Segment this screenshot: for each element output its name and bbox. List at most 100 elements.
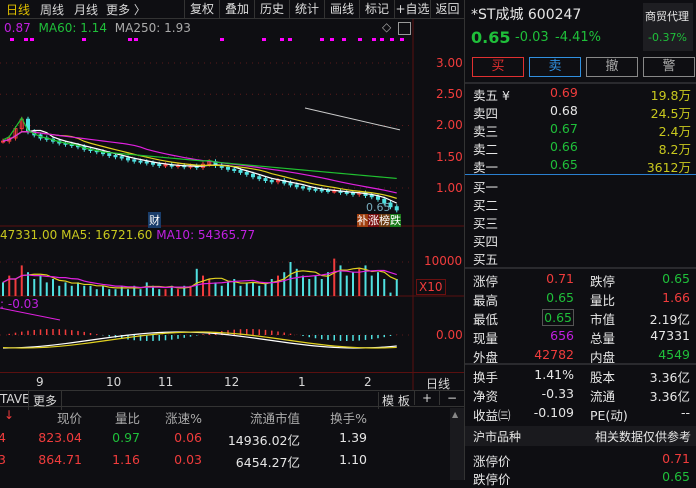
stat-value: 656 [550,328,574,343]
candle [151,162,155,165]
signal-marker [400,38,404,41]
ma250-line [304,107,401,131]
cell: 864.71 [38,452,82,467]
signal-marker [380,38,384,41]
table-row[interactable]: 3 864.71 1.16 0.03 6454.27亿 1.10 [0,452,450,472]
bid-label: 买三 [473,216,499,231]
signal-marker [342,38,346,41]
cell: 3 [0,452,6,467]
bid-row[interactable]: 买二 [473,195,691,213]
signal-marker [390,38,394,41]
price-tick: 2.00 [436,118,463,132]
stat-value: 0.65 [662,271,690,286]
candle [294,184,299,188]
candle [132,159,137,162]
candle [319,189,324,192]
column-header[interactable]: 换手% [310,408,367,427]
candle [269,180,274,183]
stat-value: 3.36亿 [649,370,690,385]
ask-row[interactable]: 卖三 0.67 2.4万 [473,121,691,139]
sector-pct: -0.37% [648,31,687,44]
buy-button[interactable]: 买 [472,57,524,77]
signal-marker [358,38,362,41]
cell: 4 [0,430,6,445]
ask-row[interactable]: 卖一 0.65 3612万 [473,157,691,175]
market-name: 沪市品种 [473,430,522,444]
candle [138,160,143,163]
candle [376,196,380,200]
ask-row[interactable]: 卖五 ¥ 0.69 19.8万 [473,85,691,103]
bid-label: 买一 [473,180,499,195]
limit-up-value: 0.71 [662,451,690,466]
ask-label: 卖二 [473,142,499,157]
ask-row[interactable]: 卖四 0.68 24.5万 [473,103,691,121]
stat-value: -0.109 [533,405,574,420]
ask-row[interactable]: 卖二 0.66 8.2万 [473,139,691,157]
tab-wave[interactable]: TAVE [0,392,30,406]
candle [119,156,124,159]
month-label: 12 [224,375,240,389]
price-tick: 1.50 [436,150,463,164]
macd-legend: : -0.03 [0,297,39,311]
bid-row[interactable]: 买一 [473,177,691,195]
cell: 14936.02亿 [227,433,300,448]
zoom-in-button[interactable]: + [414,391,439,405]
finance-marker[interactable]: 财 [148,212,161,228]
last-price: 0.65 [471,28,511,47]
event-tags[interactable]: 补涨榜跌 [357,212,401,228]
zoom-out-button[interactable]: − [439,391,464,405]
cell: 823.04 [38,430,82,445]
month-label: 9 [36,375,44,389]
sell-button[interactable]: 卖 [529,57,581,77]
tag: 补 [357,214,368,227]
sector-box[interactable]: 商贸代理 -0.37% [643,3,693,51]
market-info-bar: 沪市品种 相关数据仅供参考 [465,426,696,446]
month-label: 11 [158,375,174,389]
stock-title: *ST成城 600247 [471,7,582,23]
ask-price: 0.67 [550,121,578,136]
column-header[interactable]: 流通市值 [220,408,300,427]
bid-row[interactable]: 买五 [473,249,691,267]
signal-marker [24,38,28,41]
candle [257,176,262,180]
column-header[interactable]: 现价 [40,408,82,427]
stat-label: 涨停 [473,274,499,289]
column-header[interactable]: 涨速% [150,408,202,427]
price-tick: 1.00 [436,181,463,195]
cell: 1.16 [112,452,140,467]
candle [244,171,249,175]
ask-volume: 2.4万 [658,124,691,139]
template-button[interactable]: 模 板 [378,392,413,409]
alert-button[interactable]: 警 [643,57,695,77]
candle [163,164,168,167]
ask-label: 卖四 [473,106,499,121]
sort-down-icon[interactable]: ↓ [4,408,14,422]
scrollbar[interactable]: ▲ [450,408,464,480]
cancel-order-button[interactable]: 撤 [586,57,638,77]
table-row[interactable]: 4 823.04 0.97 0.06 14936.02亿 1.39 [0,430,450,450]
candle [394,206,399,211]
bid-label: 买二 [473,198,499,213]
quote-panel: *ST成城 600247 0.65 -0.03 -4.41% 商贸代理 -0.3… [464,0,696,487]
candle [288,182,293,186]
cell: 6454.27亿 [235,455,300,470]
candle [332,190,337,193]
chart-canvas[interactable] [0,0,464,390]
bid-row[interactable]: 买三 [473,213,691,231]
ask-bid-divider [465,174,696,175]
cell: 1.10 [339,452,367,467]
chart-pane: 日线 周线 月线 更多 〉 复权 叠加 历史 统计 画线 标记 +自选 返回 0… [0,0,464,480]
scroll-up-icon[interactable]: ▲ [452,410,458,419]
ma60-line [2,116,397,180]
vol-ma10-line [2,269,397,289]
column-header[interactable]: 量比 [100,408,140,427]
volume-legend: 47331.00 MA5: 16721.60 MA10: 54365.77 [0,228,255,242]
stat-value: -0.33 [541,386,574,401]
sector-name: 商贸代理 [645,10,689,23]
candle [344,191,349,194]
signal-marker [10,38,14,41]
stat-label: 流通 [590,389,616,404]
signal-marker [82,38,86,41]
bid-row[interactable]: 买四 [473,231,691,249]
signal-marker [372,38,376,41]
